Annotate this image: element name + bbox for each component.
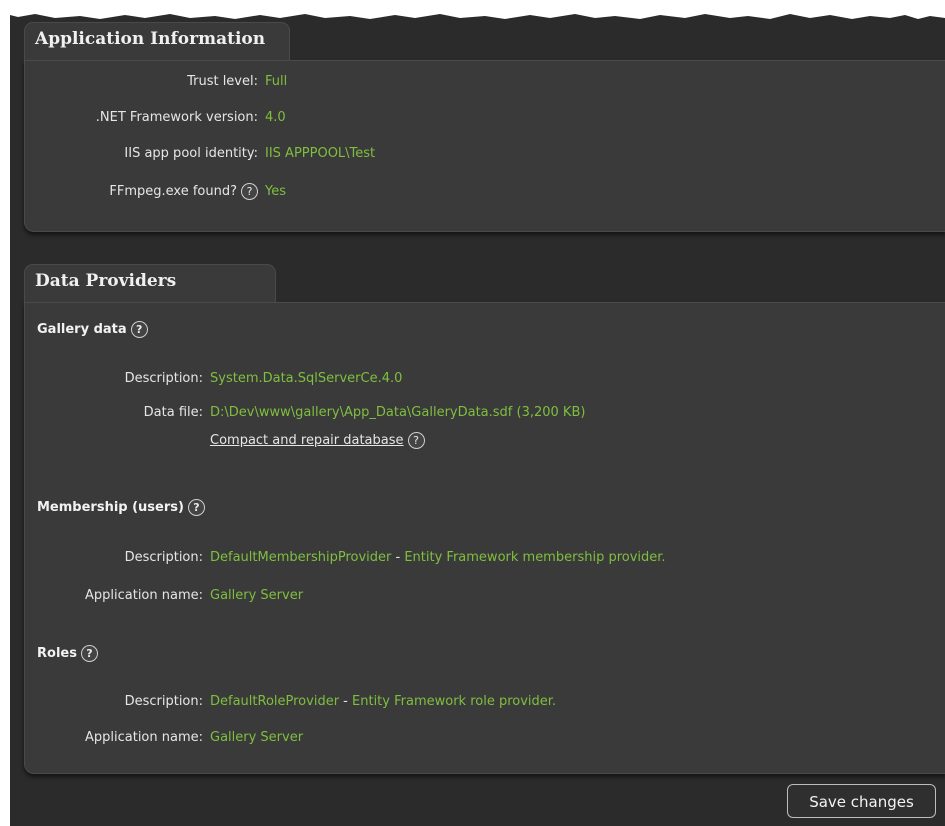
pool-label: IIS app pool identity: (124, 146, 258, 161)
gallery-description-label: Description: (124, 371, 203, 386)
membership-description-value: DefaultMembershipProvider - Entity Frame… (210, 548, 666, 568)
data-providers-tab-title: Data Providers (24, 264, 276, 302)
membership-heading-text: Membership (users) (37, 500, 184, 515)
app-info-tab-title: Application Information (24, 22, 290, 60)
ffmpeg-value: Yes (265, 184, 286, 199)
roles-help-icon[interactable]: ? (80, 645, 98, 662)
membership-appname-value: Gallery Server (210, 588, 304, 603)
roles-appname-label: Application name: (84, 730, 203, 745)
membership-separator: - (391, 550, 405, 565)
roles-provider-name: DefaultRoleProvider (210, 694, 340, 709)
compact-wrap: Compact and repair database? (210, 431, 425, 451)
roles-heading-text: Roles (37, 646, 77, 661)
gallery-description-value: System.Data.SqlServerCe.4.0 (210, 371, 403, 386)
ffmpeg-label: FFmpeg.exe found? (109, 184, 237, 199)
gallery-data-heading: Gallery data? (37, 320, 148, 340)
gallery-datafile-value: D:\Dev\www\gallery\App_Data\GalleryData.… (210, 405, 586, 420)
gallery-data-help-icon[interactable]: ? (130, 321, 148, 338)
membership-provider-name: DefaultMembershipProvider (210, 550, 392, 565)
roles-description-value: DefaultRoleProvider - Entity Framework r… (210, 692, 556, 712)
compact-repair-link[interactable]: Compact and repair database (210, 433, 404, 448)
gallery-data-heading-text: Gallery data (37, 322, 127, 337)
roles-heading: Roles? (37, 644, 98, 664)
ffmpeg-help-icon[interactable]: ? (241, 183, 258, 200)
membership-help-icon[interactable]: ? (187, 499, 205, 516)
membership-description-label: Description: (124, 550, 203, 565)
save-changes-button[interactable]: Save changes (787, 784, 936, 818)
framework-label: .NET Framework version: (95, 110, 258, 125)
membership-heading: Membership (users)? (37, 498, 205, 518)
gallery-datafile-label: Data file: (143, 405, 203, 420)
roles-appname-value: Gallery Server (210, 730, 304, 745)
trust-level-label: Trust level: (187, 74, 258, 89)
framework-value: 4.0 (265, 110, 286, 125)
membership-provider-text: Entity Framework membership provider. (404, 550, 666, 565)
roles-description-label: Description: (124, 694, 203, 709)
roles-provider-text: Entity Framework role provider. (352, 694, 557, 709)
ffmpeg-label-wrap: FFmpeg.exe found?? (24, 182, 258, 202)
trust-level-value: Full (265, 74, 288, 89)
membership-appname-label: Application name: (84, 588, 203, 603)
roles-separator: - (339, 694, 353, 709)
pool-value: IIS APPPOOL\Test (265, 146, 376, 161)
compact-help-icon[interactable]: ? (407, 432, 425, 449)
